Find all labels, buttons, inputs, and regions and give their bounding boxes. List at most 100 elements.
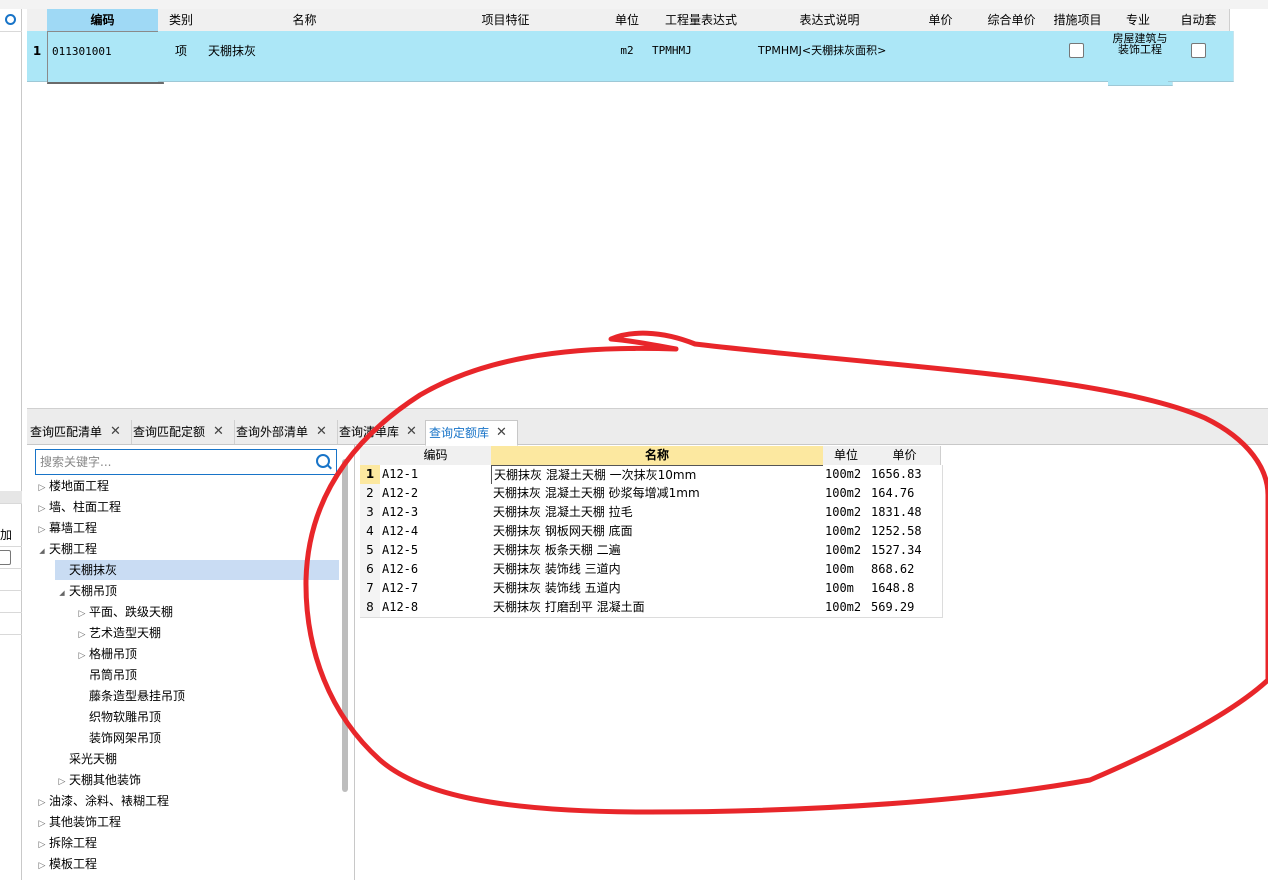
collapsed-arrow-icon[interactable]: ▷ [35, 478, 49, 498]
col-header-category[interactable]: 类别 [158, 9, 205, 32]
tree-node[interactable]: 藤条造型悬挂吊顶 [75, 686, 185, 706]
tree-node[interactable]: 采光天棚 [55, 749, 117, 769]
tree-node[interactable]: ▷ 拆除工程 [35, 833, 97, 853]
col-header-unit[interactable]: 单位 [606, 9, 649, 32]
cell-code[interactable]: A12-2 [380, 484, 494, 504]
row-number[interactable]: 8 [360, 598, 381, 618]
cell-measure[interactable] [1047, 31, 1113, 82]
tree-node[interactable]: 吊筒吊顶 [75, 665, 137, 685]
col-header-auto[interactable]: 自动套 [1168, 9, 1230, 32]
left-search-cell[interactable] [0, 9, 22, 32]
cell-unit[interactable]: 100m [823, 579, 872, 599]
col-header-expression-desc[interactable]: 表达式说明 [754, 9, 906, 32]
tree-node[interactable]: ▷ 墙、柱面工程 [35, 497, 121, 517]
row-number[interactable]: 3 [360, 503, 381, 523]
col-header-name[interactable]: 名称 [204, 9, 406, 32]
tree-node[interactable]: 天棚抹灰 [55, 560, 339, 580]
search-icon[interactable] [5, 14, 16, 25]
cell-auto[interactable] [1168, 31, 1234, 82]
collapsed-arrow-icon[interactable]: ▷ [75, 625, 89, 645]
cell-category[interactable]: 项 [158, 31, 205, 82]
close-icon[interactable]: ✕ [406, 420, 417, 444]
tab-query-bill-library[interactable]: 查询清单库 ✕ [336, 420, 428, 444]
cell-price[interactable]: 569.29 [869, 598, 943, 618]
row-number[interactable]: 6 [360, 560, 381, 580]
tree-node[interactable]: ▷ 幕墙工程 [35, 518, 97, 538]
cell-specialty[interactable]: 房屋建筑与装饰工程 [1108, 31, 1173, 86]
row-number[interactable]: 4 [360, 522, 381, 542]
cell-name[interactable]: 天棚抹灰 板条天棚 二遍 [491, 541, 826, 561]
cell-code[interactable]: A12-7 [380, 579, 494, 599]
tree-node[interactable]: ◢ 天棚吊顶 [55, 581, 117, 601]
cell-code[interactable]: A12-8 [380, 598, 494, 618]
cell-code[interactable]: 011301001 [47, 31, 164, 84]
measure-checkbox[interactable] [1069, 43, 1084, 58]
tree-node[interactable]: ▷ 其他装饰工程 [35, 812, 121, 832]
tab-query-quota-library[interactable]: 查询定额库 ✕ [425, 420, 518, 446]
col-header-unit[interactable]: 单位 [823, 446, 870, 466]
row-number[interactable]: 5 [360, 541, 381, 561]
col-header-specialty[interactable]: 专业 [1108, 9, 1169, 32]
cell-price[interactable]: 1656.83 [869, 465, 943, 485]
tree-node[interactable]: ▷ 天棚其他装饰 [55, 770, 141, 790]
cell-name[interactable]: 天棚抹灰 [204, 31, 410, 82]
collapsed-arrow-icon[interactable]: ▷ [35, 835, 49, 855]
col-header-name[interactable]: 名称 [491, 446, 824, 466]
search-box[interactable] [35, 449, 337, 475]
cell-price[interactable]: 868.62 [869, 560, 943, 580]
col-header-code[interactable]: 编码 [380, 446, 492, 466]
tree-node[interactable]: ◢ 天棚工程 [35, 539, 97, 559]
cell-unit[interactable]: 100m2 [823, 541, 872, 561]
col-header-total-price[interactable]: 综合单价 [976, 9, 1048, 32]
left-checkbox[interactable] [0, 550, 11, 565]
collapsed-arrow-icon[interactable]: ▷ [35, 814, 49, 834]
tree-node[interactable]: 织物软雕吊顶 [75, 707, 161, 727]
cell-unit[interactable]: 100m2 [823, 484, 872, 504]
cell-unit[interactable]: 100m2 [823, 465, 872, 485]
col-header-unit-price[interactable]: 单价 [905, 9, 977, 32]
col-header-features[interactable]: 项目特征 [405, 9, 607, 32]
tree-node[interactable]: 装饰网架吊顶 [75, 728, 161, 748]
search-input[interactable] [38, 452, 312, 472]
cell-name[interactable]: 天棚抹灰 混凝土天棚 一次抹灰10mm [491, 465, 827, 486]
collapsed-arrow-icon[interactable]: ▷ [35, 856, 49, 876]
left-add-label[interactable]: 加 [0, 524, 22, 547]
tree-node[interactable]: ▷ 格栅吊顶 [75, 644, 137, 664]
cell-unit[interactable]: 100m2 [823, 503, 872, 523]
tree-node[interactable]: ▷ 艺术造型天棚 [75, 623, 161, 643]
cell-code[interactable]: A12-5 [380, 541, 494, 561]
close-icon[interactable]: ✕ [316, 420, 327, 444]
cell-code[interactable]: A12-3 [380, 503, 494, 523]
cell-unit[interactable]: 100m2 [823, 522, 872, 542]
cell-features[interactable] [405, 31, 611, 82]
cell-code[interactable]: A12-4 [380, 522, 494, 542]
cell-unit[interactable]: 100m2 [823, 598, 872, 618]
cell-price[interactable]: 1527.34 [869, 541, 943, 561]
tab-query-matching-quota[interactable]: 查询匹配定额 ✕ [130, 420, 235, 444]
row-number[interactable]: 2 [360, 484, 381, 504]
cell-price[interactable]: 1648.8 [869, 579, 943, 599]
cell-unit[interactable]: m2 [606, 31, 649, 82]
row-number[interactable]: 1 [360, 465, 381, 485]
cell-name[interactable]: 天棚抹灰 钢板网天棚 底面 [491, 522, 826, 542]
row-number[interactable]: 1 [27, 31, 48, 82]
tree-node[interactable]: ▷ 楼地面工程 [35, 476, 109, 496]
cell-expression[interactable]: TPMHMJ [648, 31, 759, 82]
cell-name[interactable]: 天棚抹灰 装饰线 三道内 [491, 560, 826, 580]
expanded-arrow-icon[interactable]: ◢ [55, 583, 69, 603]
cell-name[interactable]: 天棚抹灰 混凝土天棚 砂浆每增减1mm [491, 484, 826, 504]
cell-code[interactable]: A12-1 [380, 465, 494, 485]
cell-total-price[interactable] [976, 31, 1052, 82]
cell-price[interactable]: 1831.48 [869, 503, 943, 523]
cell-price[interactable]: 164.76 [869, 484, 943, 504]
collapsed-arrow-icon[interactable]: ▷ [55, 772, 69, 792]
collapsed-arrow-icon[interactable]: ▷ [75, 604, 89, 624]
cell-name[interactable]: 天棚抹灰 混凝土天棚 拉毛 [491, 503, 826, 523]
cell-unit-price[interactable] [905, 31, 981, 82]
row-number[interactable]: 7 [360, 579, 381, 599]
expanded-arrow-icon[interactable]: ◢ [35, 541, 49, 561]
col-header-expression[interactable]: 工程量表达式 [648, 9, 755, 32]
cell-price[interactable]: 1252.58 [869, 522, 943, 542]
col-header-code[interactable]: 编码 [47, 9, 159, 32]
collapsed-arrow-icon[interactable]: ▷ [35, 499, 49, 519]
